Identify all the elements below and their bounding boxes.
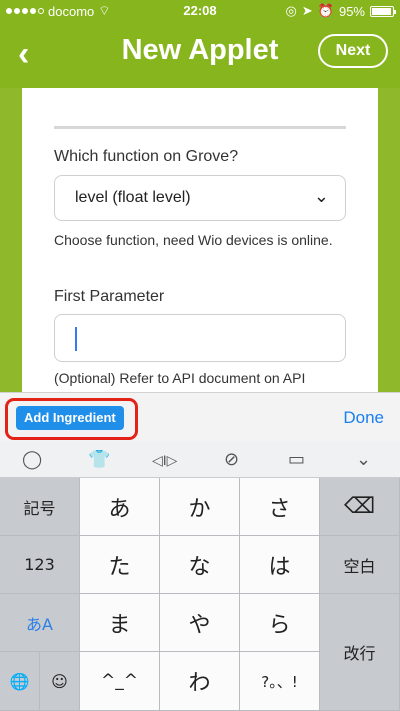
lock-rotation-icon: ◎ (285, 3, 297, 18)
key-symbols[interactable]: 記号 (0, 478, 80, 536)
alarm-icon: ⏰ (317, 3, 334, 18)
chevron-down-icon[interactable]: ⌄ (356, 449, 371, 470)
key-numbers[interactable]: 123 (0, 536, 80, 594)
compass-icon[interactable]: ⊘ (224, 449, 239, 470)
key-ya[interactable]: や (160, 594, 240, 652)
first-parameter-input[interactable] (54, 314, 346, 362)
function-help-text: Choose function, need Wio devices is onl… (54, 232, 333, 248)
battery-percent: 95% (338, 3, 365, 19)
key-ta[interactable]: た (80, 536, 160, 594)
form-card: Which function on Grove? level (float le… (22, 88, 378, 392)
nav-header: ‹ New Applet Next (0, 22, 400, 88)
key-enter[interactable]: 改行 (320, 594, 400, 711)
key-a[interactable]: あ (80, 478, 160, 536)
key-ra[interactable]: ら (240, 594, 320, 652)
key-wa[interactable]: わ (160, 652, 240, 711)
divider (54, 126, 346, 129)
location-icon: ➤ (301, 3, 313, 18)
keyboard-candidate-bar: ◯ 👕 ◁I▷ ⊘ ▭ ⌄ (0, 442, 400, 478)
function-select[interactable]: level (float level) ⌄ (54, 175, 346, 221)
status-bar: docomo ⌔ 22:08 ◎ ➤ ⏰ 95% (0, 0, 400, 22)
text-caret (75, 327, 77, 351)
key-punctuation[interactable]: ?。、! (240, 652, 320, 711)
emoji-keyboard-icon[interactable]: ☺ (40, 652, 80, 711)
emoji-recent-icon[interactable]: ◯ (22, 449, 42, 470)
function-select-value: level (float level) (75, 189, 191, 206)
key-space[interactable]: 空白 (320, 536, 400, 594)
globe-icon[interactable]: 🌐 (0, 652, 40, 711)
key-ka[interactable]: か (160, 478, 240, 536)
key-input-mode[interactable]: あA (0, 594, 80, 652)
next-button[interactable]: Next (318, 34, 388, 68)
function-label: Which function on Grove? (54, 148, 239, 165)
key-kaomoji[interactable]: ^_^ (80, 652, 160, 711)
highlight-annotation (5, 398, 138, 440)
key-ha[interactable]: は (240, 536, 320, 594)
keyboard-accessory-bar: Add Ingredient Done (0, 392, 400, 442)
japanese-keyboard: 記号 123 あA 🌐 ☺ あ か さ た な は ま や ら ^_^ わ ?。… (0, 478, 400, 711)
key-ma[interactable]: ま (80, 594, 160, 652)
cursor-move-icon[interactable]: ◁I▷ (152, 452, 177, 469)
first-parameter-label: First Parameter (54, 288, 165, 305)
optional-note: (Optional) Refer to API document on API (54, 370, 306, 386)
battery-icon (370, 5, 396, 17)
done-button[interactable]: Done (343, 408, 384, 428)
emoji-clothes-icon[interactable]: 👕 (88, 449, 110, 470)
speech-bubble-icon[interactable]: ▭ (288, 449, 305, 470)
chevron-down-icon: ⌄ (313, 186, 329, 206)
status-right: ◎ ➤ ⏰ 95% (285, 3, 396, 19)
delete-icon[interactable]: ⌫ (320, 478, 400, 536)
key-sa[interactable]: さ (240, 478, 320, 536)
key-na[interactable]: な (160, 536, 240, 594)
